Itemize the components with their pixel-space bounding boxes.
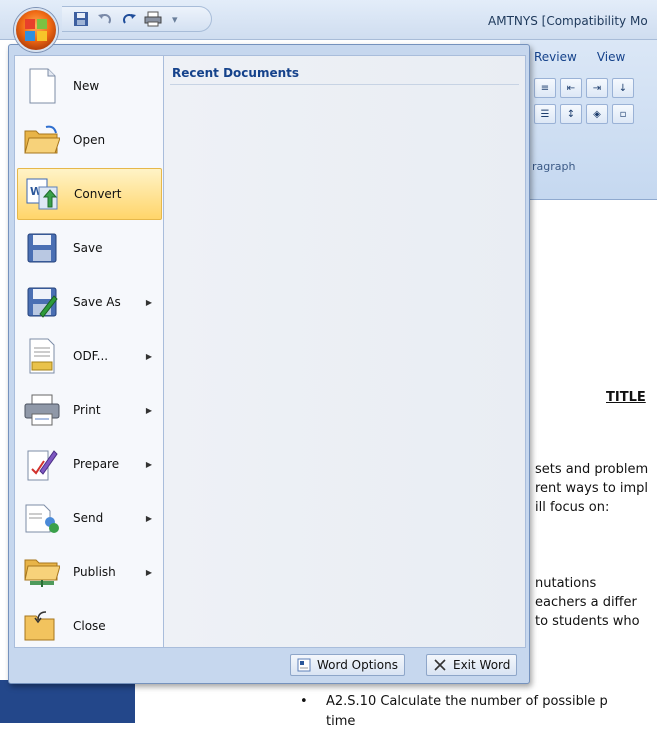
document-line: sets and problem <box>535 462 649 477</box>
undo-icon <box>98 14 111 24</box>
justify-button[interactable]: ☰ <box>534 104 556 124</box>
submenu-arrow-icon: ▶ <box>145 567 152 577</box>
print-icon <box>144 11 162 27</box>
save-icon <box>74 12 88 26</box>
paragraph-group-label: ragraph <box>532 160 576 173</box>
ribbon-row-1: ≡ ⇤ ⇥ ↓ <box>534 78 634 98</box>
tab-review[interactable]: Review <box>534 50 577 64</box>
redo-icon <box>123 14 136 24</box>
document-line: to students who <box>535 614 640 629</box>
menu-item-odf[interactable]: ODF... ▶ <box>17 330 162 382</box>
qat-customize-icon[interactable]: ▾ <box>172 13 178 26</box>
document-line: ill focus on: <box>535 500 610 515</box>
convert-icon: W <box>24 175 62 213</box>
line-spacing-button[interactable]: ↕ <box>560 104 582 124</box>
document-line: time <box>326 714 356 729</box>
submenu-arrow-icon: ▶ <box>145 513 152 523</box>
quick-access-toolbar: ▾ <box>62 6 212 32</box>
send-icon <box>23 499 61 537</box>
document-margin-strip <box>0 680 135 723</box>
menu-item-label: Open <box>73 133 106 147</box>
office-logo-icon <box>25 19 47 41</box>
menu-item-label: ODF... <box>73 349 109 363</box>
submenu-arrow-icon: ▶ <box>145 351 152 361</box>
recent-documents-title: Recent Documents <box>172 66 300 80</box>
save-disk-icon <box>23 229 61 267</box>
menu-item-label: Save As <box>73 295 121 309</box>
new-document-icon <box>23 67 61 105</box>
close-folder-icon <box>23 607 61 645</box>
office-menu-commands: New Open W Convert Save Save As ▶ ODF...… <box>14 55 164 648</box>
ribbon: Review View ≡ ⇤ ⇥ ↓ ☰ ↕ ◈ ▫ ragraph <box>520 40 657 200</box>
menu-item-label: Close <box>73 619 106 633</box>
word-options-label: Word Options <box>317 658 398 672</box>
menu-item-send[interactable]: Send ▶ <box>17 492 162 544</box>
printer-icon <box>23 391 61 429</box>
document-line: rent ways to impl <box>535 481 649 496</box>
bullet-icon: • <box>300 694 308 709</box>
menu-item-print[interactable]: Print ▶ <box>17 384 162 436</box>
submenu-arrow-icon: ▶ <box>145 459 152 469</box>
exit-word-button[interactable]: Exit Word <box>426 654 518 676</box>
submenu-arrow-icon: ▶ <box>145 405 152 415</box>
menu-item-label: Convert <box>74 187 122 201</box>
menu-item-save-as[interactable]: Save As ▶ <box>17 276 162 328</box>
exit-word-label: Exit Word <box>453 658 511 672</box>
menu-item-label: Print <box>73 403 101 417</box>
qat-print-button[interactable] <box>144 10 162 28</box>
shading-button[interactable]: ◈ <box>586 104 608 124</box>
document-line: nutations <box>535 576 597 591</box>
word-options-icon <box>297 658 311 672</box>
save-as-icon <box>23 283 61 321</box>
office-menu-footer: Word Options Exit Word <box>14 650 526 680</box>
menu-item-label: Publish <box>73 565 116 579</box>
ribbon-row-2: ☰ ↕ ◈ ▫ <box>534 104 634 124</box>
menu-item-convert[interactable]: W Convert <box>17 168 162 220</box>
office-menu: New Open W Convert Save Save As ▶ ODF...… <box>8 44 530 684</box>
close-icon <box>434 659 446 671</box>
menu-item-save[interactable]: Save <box>17 222 162 274</box>
borders-button[interactable]: ▫ <box>612 104 634 124</box>
qat-redo-button[interactable] <box>120 10 138 28</box>
increase-indent-button[interactable]: ⇥ <box>586 78 608 98</box>
sort-button[interactable]: ↓ <box>612 78 634 98</box>
odf-document-icon <box>23 337 61 375</box>
office-button[interactable] <box>14 8 58 52</box>
menu-item-label: New <box>73 79 100 93</box>
menu-item-close[interactable]: Close <box>17 600 162 652</box>
ribbon-tabs: Review View <box>534 50 625 64</box>
word-options-button[interactable]: Word Options <box>290 654 405 676</box>
document-title: TITLE <box>606 390 646 405</box>
multilevel-list-button[interactable]: ≡ <box>534 78 556 98</box>
recent-documents-panel: Recent Documents <box>163 55 526 648</box>
document-line: A2.S.10 Calculate the number of possible… <box>326 694 608 709</box>
menu-item-new[interactable]: New <box>17 60 162 112</box>
menu-item-publish[interactable]: Publish ▶ <box>17 546 162 598</box>
qat-save-button[interactable] <box>72 10 90 28</box>
menu-item-prepare[interactable]: Prepare ▶ <box>17 438 162 490</box>
window-title: AMTNYS [Compatibility Mo <box>488 14 648 28</box>
title-bar: ▾ AMTNYS [Compatibility Mo <box>0 0 657 40</box>
prepare-pencil-icon <box>23 445 61 483</box>
publish-folder-icon <box>23 553 61 591</box>
menu-item-label: Prepare <box>73 457 120 471</box>
menu-item-open[interactable]: Open <box>17 114 162 166</box>
qat-undo-button[interactable] <box>96 10 114 28</box>
document-line: eachers a differ <box>535 595 637 610</box>
menu-item-label: Save <box>73 241 103 255</box>
tab-view[interactable]: View <box>597 50 625 64</box>
decrease-indent-button[interactable]: ⇤ <box>560 78 582 98</box>
submenu-arrow-icon: ▶ <box>145 297 152 307</box>
open-folder-icon <box>23 121 61 159</box>
menu-item-label: Send <box>73 511 104 525</box>
recent-documents-divider <box>170 84 519 85</box>
